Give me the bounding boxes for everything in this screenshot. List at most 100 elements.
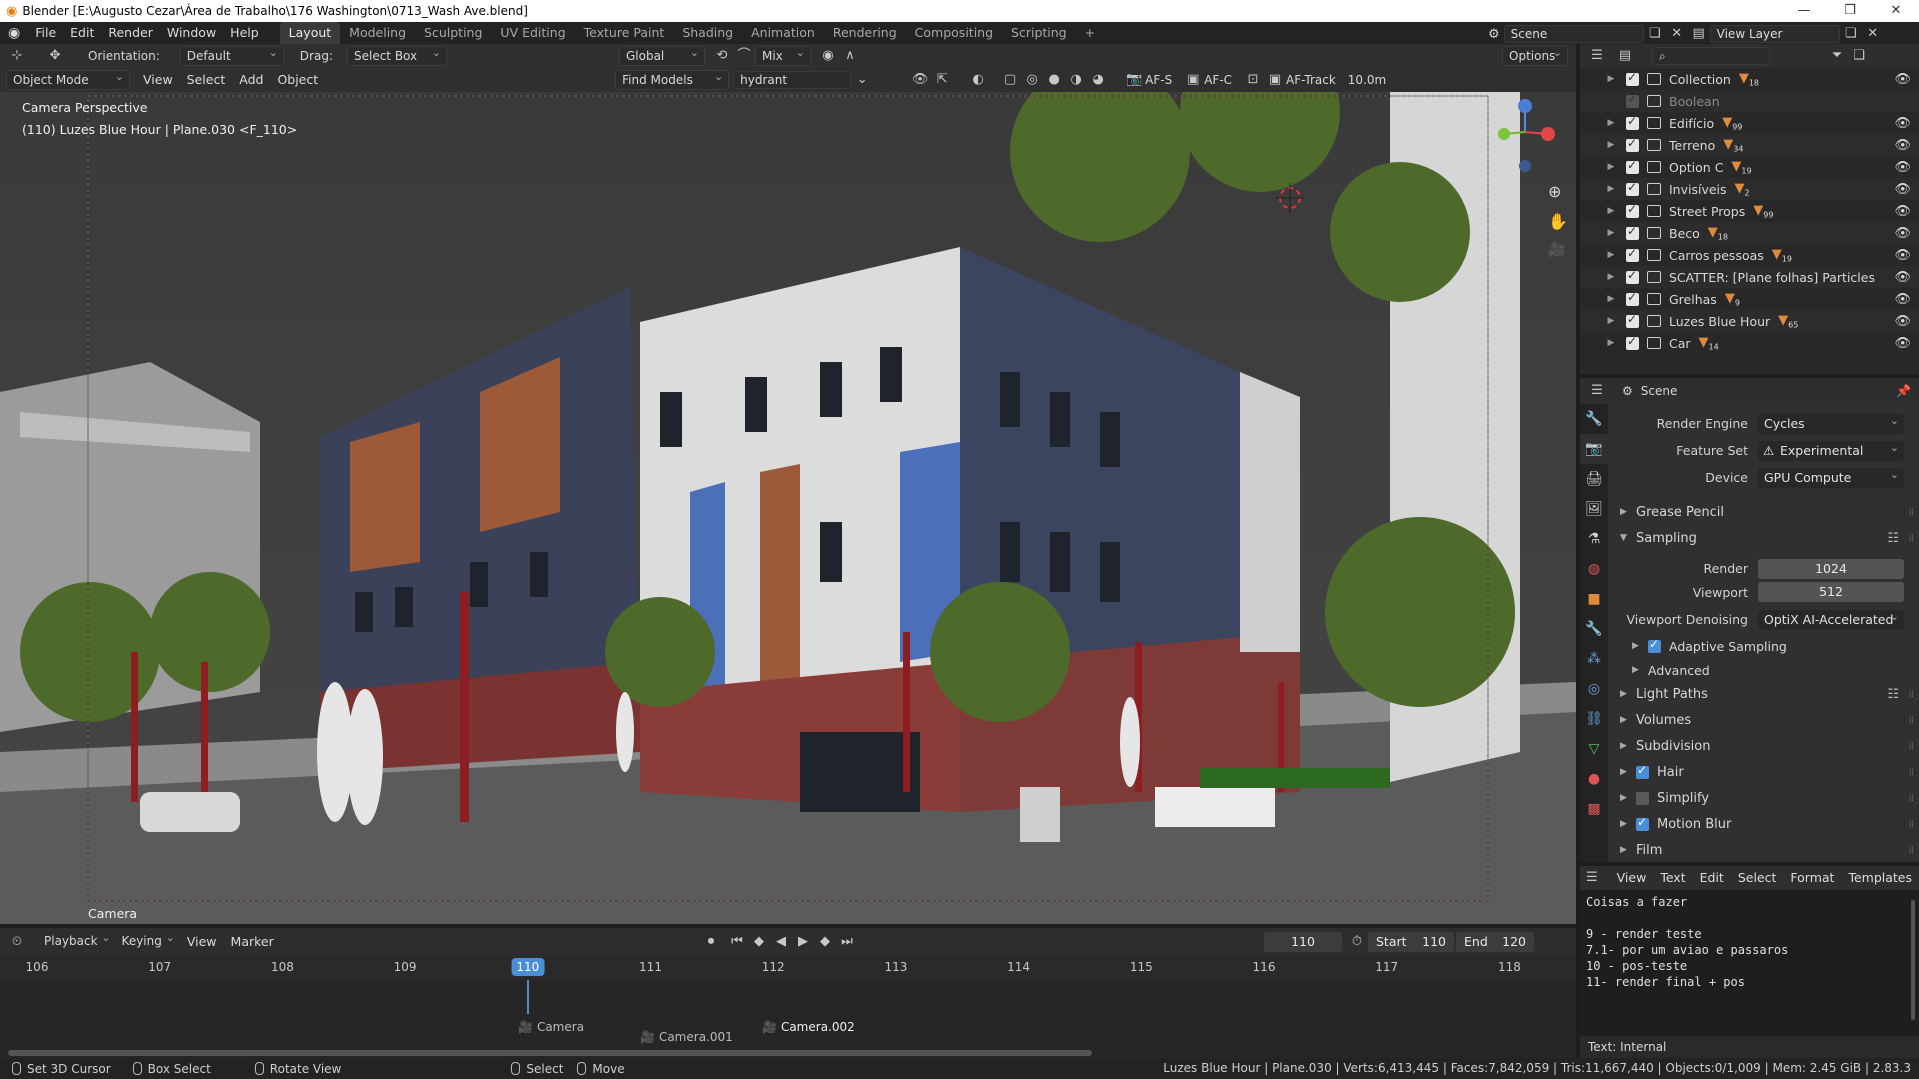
adaptive-sampling-section[interactable]: ▶ Adaptive Sampling xyxy=(1608,633,1919,659)
drag-handle-icon[interactable]: ⁞⁞ xyxy=(1909,689,1914,700)
drag-dropdown[interactable]: Select Box xyxy=(346,44,447,66)
exclude-checkbox[interactable] xyxy=(1626,92,1639,108)
material-tab-icon[interactable]: ● xyxy=(1580,764,1608,794)
af-s-button[interactable]: AF-S xyxy=(1145,73,1172,87)
preview-range-icon[interactable]: ⏱ xyxy=(1346,932,1368,952)
find-models-dropdown[interactable]: Find Models xyxy=(615,68,730,90)
tool-tab-icon[interactable]: 🔧 xyxy=(1580,404,1608,434)
scene-tab-icon[interactable]: ⚗ xyxy=(1580,524,1608,554)
viewport-menu-object[interactable]: Object xyxy=(270,69,325,91)
grease-pencil-section[interactable]: ▶ Grease Pencil ⁞⁞ xyxy=(1608,499,1919,525)
visibility-eye-icon[interactable]: 👁 xyxy=(1894,116,1911,131)
text-scrollbar[interactable] xyxy=(1911,900,1915,1020)
texture-tab-icon[interactable]: ▩ xyxy=(1580,794,1608,824)
expand-arrow-icon[interactable]: ▶ xyxy=(1604,74,1618,84)
tab-modeling[interactable]: Modeling xyxy=(340,22,415,44)
remove-view-layer-icon[interactable]: ✕ xyxy=(1862,24,1884,44)
playback-menu[interactable]: Playback xyxy=(38,929,116,952)
view-layer-selector[interactable]: View Layer xyxy=(1709,25,1840,43)
render-tab-icon[interactable]: 📷 xyxy=(1580,434,1608,464)
timeline-body[interactable]: 🎥 Camera 🎥 Camera.001 🎥 Camera.002 xyxy=(0,980,1576,1058)
new-collection-icon[interactable]: ❏ xyxy=(1848,46,1870,66)
menu-window[interactable]: Window xyxy=(160,22,223,44)
gizmo-icon[interactable]: ⇱ xyxy=(931,70,953,90)
outliner-item[interactable]: ▶ Collection ▼18 👁 xyxy=(1580,68,1919,90)
presets-list-icon[interactable]: ☷ xyxy=(1887,531,1899,546)
material-shading-icon[interactable]: ◑ xyxy=(1065,70,1087,90)
properties-editor-icon[interactable]: ☰ xyxy=(1586,381,1608,401)
tab-texture-paint[interactable]: Texture Paint xyxy=(575,22,674,44)
render-samples-field[interactable]: 1024 xyxy=(1758,558,1904,579)
orientation-dropdown[interactable]: Default xyxy=(179,44,284,66)
marker-camera[interactable]: 🎥 Camera xyxy=(518,1020,584,1034)
filter-icon[interactable]: ⏷ xyxy=(1826,46,1848,66)
visibility-eye-icon[interactable]: 👁 xyxy=(1894,336,1911,351)
pin-icon[interactable]: 📌 xyxy=(1896,384,1911,398)
outliner-item[interactable]: ▶ Street Props ▼99 👁 xyxy=(1580,200,1919,222)
timeline-ruler[interactable]: 106 107 108 109 110 111 112 113 114 115 116 117 118 xyxy=(0,956,1576,980)
expand-arrow-icon[interactable]: ▶ xyxy=(1604,272,1618,282)
visibility-eye-icon[interactable]: 👁 xyxy=(1894,226,1911,241)
tab-shading[interactable]: Shading xyxy=(673,22,742,44)
drag-handle-icon[interactable]: ⁞⁞ xyxy=(1909,793,1914,804)
restore-icon[interactable]: ❐ xyxy=(1827,0,1873,22)
sampling-section[interactable]: ▼ Sampling ☷ ⁞⁞ xyxy=(1608,525,1919,551)
device-dropdown[interactable]: GPU Compute xyxy=(1758,465,1904,488)
drag-handle-icon[interactable]: ⁞⁞ xyxy=(1909,845,1914,856)
viewport-samples-field[interactable]: 512 xyxy=(1758,582,1904,602)
outliner-item[interactable]: ▶ Carros pessoas ▼19 👁 xyxy=(1580,244,1919,266)
expand-arrow-icon[interactable]: ▶ xyxy=(1604,140,1618,150)
jump-start-icon[interactable]: ⏮ xyxy=(726,932,748,952)
drag-handle-icon[interactable]: ⁞⁞ xyxy=(1909,507,1914,518)
display-mode-icon[interactable]: ▤ xyxy=(1614,46,1636,66)
data-tab-icon[interactable]: ▽ xyxy=(1580,734,1608,764)
world-tab-icon[interactable]: ◍ xyxy=(1580,554,1608,584)
film-section[interactable]: ▶ Film ⁞⁞ xyxy=(1608,837,1919,862)
record-icon[interactable]: ⏺ xyxy=(700,932,722,952)
volumes-section[interactable]: ▶ Volumes ⁞⁞ xyxy=(1608,707,1919,733)
pan-hand-icon[interactable]: ✋ xyxy=(1548,212,1568,231)
close-icon[interactable]: ✕ xyxy=(1873,0,1919,22)
expand-arrow-icon[interactable]: ▶ xyxy=(1604,294,1618,304)
outliner-search-input[interactable]: ⌕ xyxy=(1652,47,1770,65)
exclude-checkbox[interactable] xyxy=(1626,290,1639,306)
exclude-checkbox[interactable] xyxy=(1626,312,1639,328)
jump-end-icon[interactable]: ⏭ xyxy=(836,932,858,952)
af-track-button[interactable]: AF-Track xyxy=(1286,73,1336,87)
viewport-menu-select[interactable]: Select xyxy=(180,69,233,91)
expand-arrow-icon[interactable]: ▶ xyxy=(1604,250,1618,260)
visibility-eye-icon[interactable]: 👁 xyxy=(1894,270,1911,285)
text-menu-select[interactable]: Select xyxy=(1731,867,1784,889)
visibility-eye-icon[interactable]: 👁 xyxy=(1894,138,1911,153)
current-frame-field[interactable]: 110 xyxy=(1264,932,1342,952)
outliner-item[interactable]: ▶ Option C ▼19 👁 xyxy=(1580,156,1919,178)
outliner-item[interactable]: Boolean xyxy=(1580,90,1919,112)
text-menu-view[interactable]: View xyxy=(1610,867,1654,889)
new-view-layer-icon[interactable]: ❏ xyxy=(1840,24,1862,44)
af-c-icon[interactable]: ▣ xyxy=(1182,70,1204,90)
output-tab-icon[interactable]: 🖨 xyxy=(1580,464,1608,494)
timeline-menu-marker[interactable]: Marker xyxy=(224,931,281,953)
object-tab-icon[interactable]: ■ xyxy=(1580,584,1608,614)
expand-arrow-icon[interactable]: ▶ xyxy=(1604,118,1618,128)
expand-arrow-icon[interactable]: ▶ xyxy=(1604,162,1618,172)
prev-keyframe-icon[interactable]: ◆ xyxy=(748,932,770,952)
exclude-checkbox[interactable] xyxy=(1626,180,1639,196)
search-options-icon[interactable]: ⌄ xyxy=(851,70,873,90)
adaptive-sampling-checkbox[interactable] xyxy=(1648,637,1661,653)
scene-icon[interactable]: ⚙ xyxy=(1488,27,1500,42)
tab-scripting[interactable]: Scripting xyxy=(1002,22,1076,44)
presets-list-icon[interactable]: ☷ xyxy=(1887,687,1899,702)
new-scene-icon[interactable]: ❏ xyxy=(1644,24,1666,44)
exclude-checkbox[interactable] xyxy=(1626,158,1639,174)
modifier-tab-icon[interactable]: 🔧 xyxy=(1580,614,1608,644)
text-menu-edit[interactable]: Edit xyxy=(1693,867,1731,889)
play-reverse-icon[interactable]: ◀ xyxy=(770,932,792,952)
simplify-checkbox[interactable] xyxy=(1636,791,1649,805)
mode-dropdown[interactable]: Object Mode xyxy=(6,68,130,90)
falloff-icon[interactable]: ∧ xyxy=(839,46,861,66)
visibility-eye-icon[interactable]: 👁 xyxy=(1894,314,1911,329)
camera-af-icon[interactable]: 📷 xyxy=(1123,70,1145,90)
drag-handle-icon[interactable]: ⁞⁞ xyxy=(1909,819,1914,830)
marker-camera-001[interactable]: 🎥 Camera.001 xyxy=(640,1030,733,1044)
